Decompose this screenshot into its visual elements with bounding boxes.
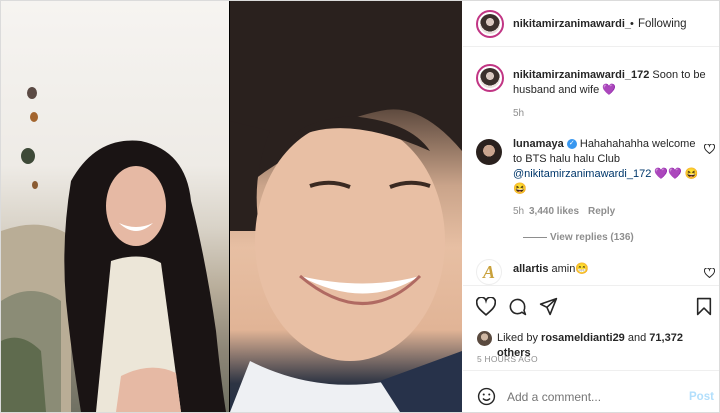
liked-by-user[interactable]: rosameldianti29 xyxy=(541,332,625,344)
caption-emoji: 💜 xyxy=(602,84,616,96)
following-button[interactable]: Following xyxy=(638,17,687,32)
photo-panel-man xyxy=(230,1,462,412)
comment-text-allartis: allartis amin😁 xyxy=(513,262,589,277)
comment-like-heart-icon[interactable] xyxy=(704,144,715,154)
comment-like-heart-icon[interactable] xyxy=(704,268,715,278)
post-comment-button[interactable]: Post xyxy=(689,390,714,405)
post-side-panel: nikitamirzanimawardi_ • Following nikita… xyxy=(463,1,719,412)
comment-avatar-lunamaya[interactable] xyxy=(476,139,502,165)
man-photo-illustration xyxy=(230,1,462,412)
liked-by-prefix: Liked by xyxy=(497,332,538,344)
liked-by-avatar[interactable] xyxy=(477,331,492,346)
header-username[interactable]: nikitamirzanimawardi_ xyxy=(513,17,631,32)
liked-by-mid: and xyxy=(627,332,647,344)
view-replies-button[interactable]: View replies (136) xyxy=(550,230,634,245)
caption-text: nikitamirzanimawardi_172 Soon to be husb… xyxy=(513,68,713,98)
comment-body-allartis: amin😁 xyxy=(551,263,590,275)
header-divider xyxy=(463,46,719,47)
caption-avatar[interactable] xyxy=(476,64,504,92)
caption-time: 5h xyxy=(513,108,525,119)
composer-divider xyxy=(463,370,719,371)
view-replies-line xyxy=(523,237,547,238)
comment-emoji-hearts: 💜💜 xyxy=(654,168,682,180)
header-separator: • xyxy=(630,18,634,30)
comment-likes[interactable]: 3,440 likes xyxy=(529,204,579,219)
comment-avatar-allartis[interactable]: A xyxy=(476,259,502,285)
emoji-smiley-icon[interactable] xyxy=(477,387,496,406)
post-photo[interactable] xyxy=(1,1,462,412)
instagram-post: nikitamirzanimawardi_ • Following nikita… xyxy=(0,0,720,413)
comment-username-lunamaya[interactable]: lunamaya xyxy=(513,138,564,150)
header-avatar[interactable] xyxy=(476,10,504,38)
post-timestamp[interactable]: 5 HOURS AGO xyxy=(477,352,538,367)
save-bookmark-icon[interactable] xyxy=(696,297,712,316)
woman-photo-illustration xyxy=(1,87,226,412)
comment-username-allartis[interactable]: allartis xyxy=(513,263,548,275)
comment-text-lunamaya: lunamaya ✓ Hahahahahha welcome to BTS ha… xyxy=(513,137,703,197)
caption-username[interactable]: nikitamirzanimawardi_172 xyxy=(513,69,649,81)
comment-bubble-icon[interactable] xyxy=(508,297,527,316)
share-send-icon[interactable] xyxy=(539,297,558,316)
comment-mention[interactable]: @nikitamirzanimawardi_172 xyxy=(513,168,651,180)
add-comment-input[interactable] xyxy=(507,387,677,407)
like-heart-icon[interactable] xyxy=(476,297,496,316)
verified-badge-icon: ✓ xyxy=(566,139,577,150)
photo-panel-woman xyxy=(1,1,229,412)
comment-time: 5h xyxy=(513,206,525,217)
actions-divider xyxy=(463,285,719,286)
reply-button[interactable]: Reply xyxy=(588,204,615,219)
